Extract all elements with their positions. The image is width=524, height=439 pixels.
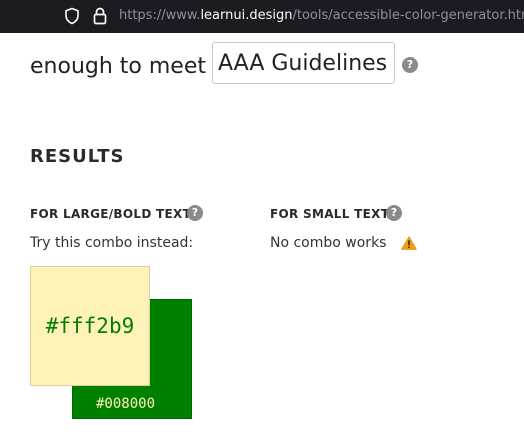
small-text-heading: FOR SMALL TEXT	[270, 207, 390, 221]
url-text[interactable]: https://www.learnui.design/tools/accessi…	[119, 7, 524, 25]
meet-text: enough to meet	[30, 53, 206, 79]
foreground-color-swatch[interactable]: #fff2b9	[30, 266, 150, 386]
large-text-message: Try this combo instead:	[30, 235, 194, 251]
foreground-color-label: #fff2b9	[45, 314, 135, 338]
guidelines-help-icon[interactable]: ?	[402, 57, 418, 73]
small-text-help-icon[interactable]: ?	[386, 205, 402, 221]
large-text-heading: FOR LARGE/BOLD TEXT	[30, 207, 192, 221]
lock-icon[interactable]	[92, 6, 108, 26]
warning-icon	[401, 236, 417, 250]
guideline-sentence: enough to meet	[30, 46, 206, 86]
guideline-select[interactable]: AAA Guidelines	[212, 42, 395, 84]
url-host: learnui.design	[200, 8, 293, 23]
small-text-message: No combo works	[270, 235, 387, 251]
url-scheme: https://www.	[119, 8, 201, 23]
background-color-label: #008000	[96, 396, 156, 412]
url-path: /tools/accessible-color-generator.html	[292, 8, 524, 23]
shield-icon[interactable]	[63, 7, 81, 25]
browser-url-bar[interactable]: https://www.learnui.design/tools/accessi…	[0, 0, 524, 33]
results-heading: RESULTS	[30, 146, 125, 167]
large-text-help-icon[interactable]: ?	[187, 205, 203, 221]
